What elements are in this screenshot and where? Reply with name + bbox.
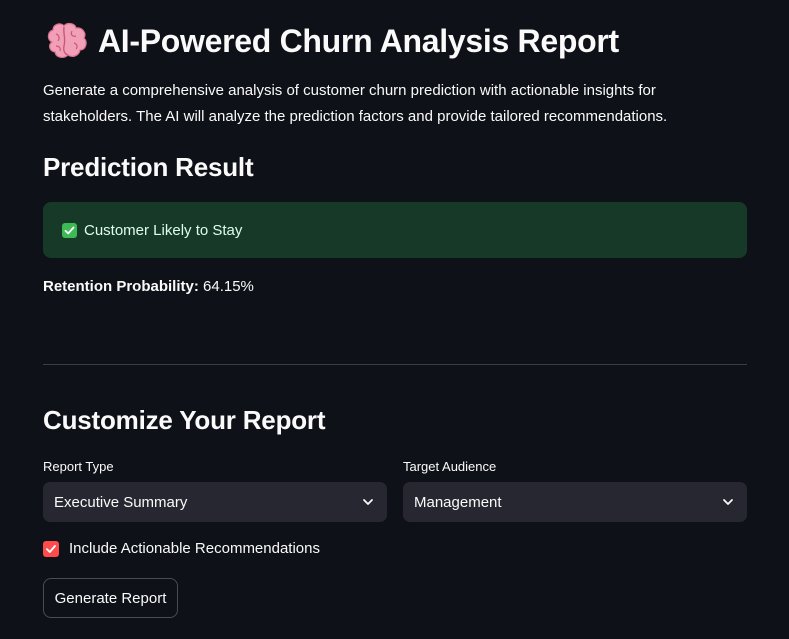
include-recommendations-checkbox[interactable] bbox=[43, 540, 59, 557]
retention-probability-value: 64.15% bbox=[203, 278, 254, 295]
customize-heading: Customize Your Report bbox=[43, 405, 326, 435]
section-divider bbox=[43, 364, 747, 365]
report-type-value: Executive Summary bbox=[54, 493, 188, 511]
target-audience-select[interactable]: Management bbox=[403, 482, 747, 522]
retention-probability: Retention Probability: 64.15% bbox=[43, 278, 254, 295]
prediction-result-text: Customer Likely to Stay bbox=[84, 221, 243, 239]
include-recommendations-label: Include Actionable Recommendations bbox=[69, 540, 320, 557]
target-audience-label: Target Audience bbox=[403, 459, 497, 474]
chevron-down-icon bbox=[721, 495, 735, 509]
retention-probability-label: Retention Probability: bbox=[43, 278, 199, 295]
include-recommendations-checkbox-row[interactable]: Include Actionable Recommendations bbox=[43, 540, 320, 557]
prediction-result-alert: Customer Likely to Stay bbox=[43, 202, 747, 258]
report-type-select[interactable]: Executive Summary bbox=[43, 482, 387, 522]
check-icon bbox=[62, 222, 77, 238]
page-title: AI-Powered Churn Analysis Report bbox=[98, 22, 619, 59]
prediction-heading: Prediction Result bbox=[43, 152, 254, 182]
report-page: AI-Powered Churn Analysis Report Generat… bbox=[0, 0, 789, 639]
report-type-label: Report Type bbox=[43, 459, 114, 474]
brain-icon bbox=[44, 20, 90, 62]
target-audience-value: Management bbox=[414, 493, 502, 511]
chevron-down-icon bbox=[361, 495, 375, 509]
generate-report-button[interactable]: Generate Report bbox=[43, 578, 178, 618]
page-header: AI-Powered Churn Analysis Report bbox=[44, 18, 619, 64]
intro-text: Generate a comprehensive analysis of cus… bbox=[43, 82, 668, 125]
